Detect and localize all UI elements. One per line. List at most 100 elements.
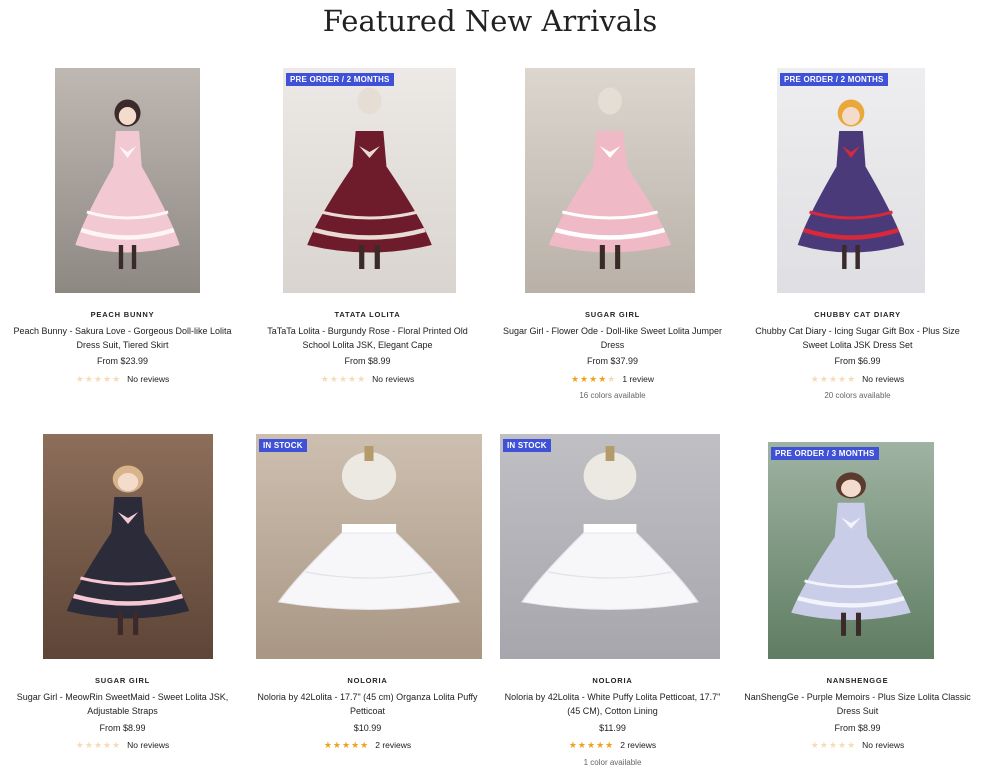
- star-icon: ★: [84, 374, 94, 384]
- product-price: From $37.99: [586, 356, 639, 366]
- star-icon: ★: [828, 374, 839, 384]
- product-rating: ★★★★★ 2 reviews: [245, 740, 490, 751]
- product-price: $11.99: [599, 723, 626, 733]
- review-count: No reviews: [127, 374, 170, 384]
- star-icon: ★: [112, 740, 122, 750]
- star-icon: ★: [103, 374, 113, 384]
- color-count: 20 colors available: [824, 391, 891, 400]
- star-icon: ★: [847, 374, 857, 384]
- star-icon: ★: [348, 374, 358, 384]
- product-image[interactable]: [777, 68, 925, 293]
- product-price: From $8.99: [344, 356, 391, 366]
- product-photo-art: [768, 442, 934, 659]
- star-icon: ★: [838, 374, 848, 384]
- product-title-link[interactable]: Noloria by 42Lolita - White Puffy Lolita…: [498, 690, 727, 718]
- star-icon: ★: [357, 374, 367, 384]
- star-icon: ★: [838, 740, 848, 750]
- status-badge: IN STOCK: [503, 439, 551, 452]
- product-price: From $23.99: [96, 356, 149, 366]
- rating-stars: ★★★★★: [321, 374, 366, 384]
- star-icon: ★: [598, 374, 608, 384]
- star-icon: ★: [93, 374, 104, 384]
- status-badge: IN STOCK: [259, 439, 307, 452]
- product-price: From $8.99: [834, 723, 881, 733]
- product-image[interactable]: [55, 68, 200, 293]
- star-icon: ★: [596, 740, 606, 750]
- star-icon: ★: [351, 740, 361, 750]
- rating-stars: ★★★★★: [811, 740, 856, 750]
- review-count: 1 review: [622, 374, 655, 384]
- rating-stars: ★★★★★: [811, 374, 856, 384]
- status-badge: PRE ORDER / 2 MONTHS: [286, 73, 394, 86]
- review-count: 2 reviews: [375, 740, 412, 750]
- star-icon: ★: [84, 740, 94, 750]
- product-brand: NOLORIA: [592, 676, 633, 685]
- product-rating: ★★★★★ No reviews: [0, 740, 245, 751]
- product-brand: TATATA LOLITA: [334, 310, 401, 319]
- product-title-link[interactable]: Sugar Girl - MeowRin SweetMaid - Sweet L…: [8, 690, 237, 718]
- star-icon: ★: [810, 740, 820, 750]
- product-rating: ★★★★★ No reviews: [0, 374, 245, 385]
- star-icon: ★: [819, 374, 829, 384]
- star-icon: ★: [568, 740, 578, 750]
- product-brand: SUGAR GIRL: [584, 310, 641, 319]
- status-badge: PRE ORDER / 2 MONTHS: [780, 73, 888, 86]
- star-icon: ★: [75, 374, 85, 384]
- star-icon: ★: [323, 740, 333, 750]
- star-icon: ★: [577, 740, 587, 750]
- product-title-link[interactable]: NanShengGe - Purple Memoirs - Plus Size …: [743, 690, 972, 718]
- star-icon: ★: [360, 740, 370, 750]
- product-photo-art: [525, 68, 695, 293]
- star-icon: ★: [93, 740, 104, 750]
- product-rating: ★★★★★ 1 review: [490, 374, 735, 385]
- rating-stars: ★★★★★: [569, 740, 614, 750]
- product-rating: ★★★★★ No reviews: [245, 374, 490, 385]
- rating-stars: ★★★★★: [76, 374, 121, 384]
- star-icon: ★: [342, 740, 352, 750]
- rating-stars: ★★★★★: [76, 740, 121, 750]
- star-icon: ★: [587, 740, 597, 750]
- review-count: No reviews: [862, 374, 905, 384]
- product-title-link[interactable]: Peach Bunny - Sakura Love - Gorgeous Dol…: [8, 324, 237, 352]
- star-icon: ★: [580, 374, 590, 384]
- product-price: $10.99: [353, 723, 382, 733]
- product-photo-art: [283, 68, 456, 293]
- star-icon: ★: [607, 374, 617, 384]
- product-brand: NANSHENGGE: [826, 676, 889, 685]
- product-title-link[interactable]: Sugar Girl - Flower Ode - Doll-like Swee…: [498, 324, 727, 352]
- review-count: No reviews: [862, 740, 905, 750]
- star-icon: ★: [819, 740, 829, 750]
- star-icon: ★: [103, 740, 113, 750]
- star-icon: ★: [112, 374, 122, 384]
- product-title-link[interactable]: Noloria by 42Lolita - 17.7" (45 cm) Orga…: [253, 690, 482, 718]
- product-photo-art: [256, 434, 482, 659]
- star-icon: ★: [320, 374, 330, 384]
- star-icon: ★: [605, 740, 615, 750]
- product-photo-art: [43, 434, 213, 659]
- rating-stars: ★★★★★: [571, 374, 616, 384]
- review-count: 2 reviews: [620, 740, 657, 750]
- product-image[interactable]: [43, 434, 213, 659]
- product-photo-art: [777, 68, 925, 293]
- product-price: From $6.99: [834, 356, 881, 366]
- review-count: No reviews: [127, 740, 170, 750]
- product-title-link[interactable]: TaTaTa Lolita - Burgundy Rose - Floral P…: [253, 324, 482, 352]
- review-count: No reviews: [372, 374, 415, 384]
- rating-stars: ★★★★★: [324, 740, 369, 750]
- product-image[interactable]: [256, 434, 482, 659]
- star-icon: ★: [570, 374, 581, 384]
- star-icon: ★: [75, 740, 85, 750]
- star-icon: ★: [332, 740, 342, 750]
- page-title: Featured New Arrivals: [322, 4, 658, 38]
- product-image[interactable]: [768, 442, 934, 659]
- product-image[interactable]: [500, 434, 720, 659]
- star-icon: ★: [828, 740, 839, 750]
- product-brand: SUGAR GIRL: [94, 676, 151, 685]
- product-photo-art: [500, 434, 720, 659]
- product-image[interactable]: [525, 68, 695, 293]
- product-brand: PEACH BUNNY: [90, 310, 155, 319]
- product-image[interactable]: [283, 68, 456, 293]
- status-badge: PRE ORDER / 3 MONTHS: [771, 447, 879, 460]
- product-title-link[interactable]: Chubby Cat Diary - Icing Sugar Gift Box …: [743, 324, 972, 352]
- star-icon: ★: [589, 374, 599, 384]
